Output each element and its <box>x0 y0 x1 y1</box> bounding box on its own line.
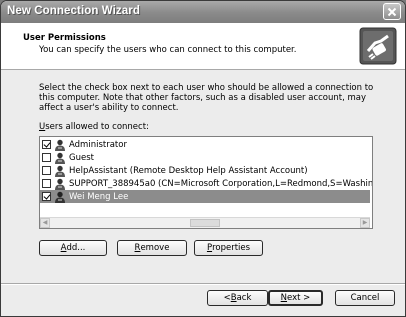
label-rest: sers allowed to connect: <box>45 122 149 132</box>
user-checkbox[interactable] <box>42 153 51 162</box>
user-icon <box>55 139 65 151</box>
user-checkbox[interactable] <box>42 192 51 201</box>
cancel-button[interactable]: Cancel <box>335 290 395 306</box>
list-item-guest[interactable]: Guest <box>40 151 370 164</box>
close-icon <box>387 7 397 16</box>
user-icon <box>55 165 65 177</box>
remove-button[interactable]: Remove <box>117 240 187 256</box>
user-icon <box>55 178 65 190</box>
close-button[interactable] <box>383 3 401 20</box>
user-icon <box>55 152 65 164</box>
list-item-helpassistant[interactable]: HelpAssistant (Remote Desktop Help Assis… <box>40 164 370 177</box>
back-button[interactable]: < Back <box>207 290 268 306</box>
button-prefix: < <box>223 293 231 303</box>
user-checkbox[interactable] <box>42 140 51 149</box>
add-button[interactable]: Add... <box>39 240 107 256</box>
button-label: dd... <box>66 243 86 253</box>
scroll-left-icon[interactable]: ◀ <box>40 218 50 228</box>
button-label: ext > <box>287 293 311 303</box>
user-name: HelpAssistant (Remote Desktop Help Assis… <box>69 165 308 176</box>
network-wizard-icon <box>359 27 397 65</box>
properties-button[interactable]: Properties <box>194 240 263 256</box>
user-name: Administrator <box>69 139 127 150</box>
users-listbox[interactable]: Administrator Guest HelpAssistant (Remot… <box>39 136 373 229</box>
list-item-wei-meng-lee[interactable]: Wei Meng Lee <box>40 190 370 203</box>
button-label: emove <box>140 243 170 253</box>
button-label: roperties <box>212 243 251 253</box>
wizard-window: New Connection Wizard User Permissions Y… <box>0 0 406 317</box>
scroll-right-icon[interactable]: ▶ <box>360 218 370 228</box>
user-icon <box>55 191 65 203</box>
list-item-support[interactable]: SUPPORT_388945a0 (CN=Microsoft Corporati… <box>40 177 373 190</box>
button-label: ack <box>236 293 252 303</box>
title-bar[interactable]: New Connection Wizard <box>1 1 405 23</box>
user-name: SUPPORT_388945a0 (CN=Microsoft Corporati… <box>69 178 373 189</box>
next-button[interactable]: Next > <box>268 290 323 306</box>
user-checkbox[interactable] <box>42 166 51 175</box>
users-list-label: Users allowed to connect: <box>39 122 149 132</box>
page-subtitle: You can specify the users who can connec… <box>39 45 297 55</box>
wizard-header: User Permissions You can specify the use… <box>1 23 405 70</box>
scroll-thumb[interactable] <box>190 219 220 227</box>
divider <box>1 283 405 285</box>
description-text: Select the check box next to each user w… <box>39 83 374 113</box>
user-checkbox[interactable] <box>42 179 51 188</box>
horizontal-scrollbar[interactable]: ◀ ▶ <box>40 217 370 228</box>
page-title: User Permissions <box>23 33 106 43</box>
user-name: Guest <box>69 152 94 163</box>
window-title: New Connection Wizard <box>7 5 140 17</box>
list-item-administrator[interactable]: Administrator <box>40 138 370 151</box>
user-name: Wei Meng Lee <box>69 191 129 202</box>
